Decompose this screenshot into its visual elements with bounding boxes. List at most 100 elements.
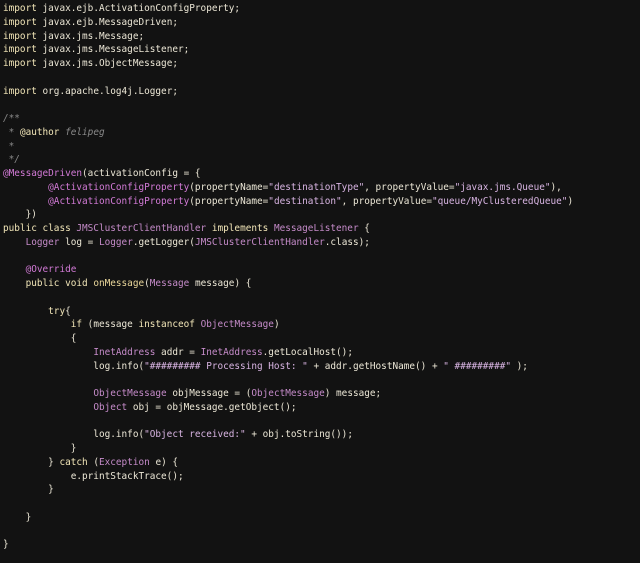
code-token: .class); (324, 236, 370, 248)
code-line[interactable]: * (0, 140, 640, 154)
code-line[interactable] (0, 525, 640, 539)
code-line[interactable] (0, 373, 640, 387)
code-token: catch (59, 456, 94, 468)
code-line[interactable]: }) (0, 208, 640, 222)
code-line[interactable]: } (0, 483, 640, 497)
code-editor[interactable]: import javax.ejb.ActivationConfigPropert… (0, 0, 640, 563)
code-line[interactable]: @ActivationConfigProperty(propertyName="… (0, 181, 640, 195)
code-line[interactable]: import javax.jms.MessageListener; (0, 43, 640, 57)
code-token: } (3, 456, 60, 468)
code-token: import (3, 3, 43, 14)
code-token: e.printStackTrace(); (3, 470, 184, 482)
code-line[interactable]: import javax.jms.ObjectMessage; (0, 57, 640, 71)
code-line[interactable]: { (0, 332, 640, 346)
code-line[interactable]: @ActivationConfigProperty(propertyName= "… (0, 195, 640, 209)
code-line[interactable]: } (0, 442, 640, 456)
code-token: } (3, 511, 32, 523)
code-line[interactable]: import org.apache.log4j.Logger; (0, 85, 640, 99)
code-token: "destinationType" (268, 181, 365, 193)
code-token: JMSClusterClientHandler (76, 223, 212, 234)
code-token: ObjectMessage (93, 388, 173, 399)
code-token: * (3, 140, 15, 152)
code-token: * (3, 126, 20, 138)
code-token: import (3, 30, 43, 42)
code-token: felipeg (59, 126, 105, 138)
code-token: instanceof (138, 319, 201, 331)
code-token: "Object received:" (144, 429, 246, 441)
code-token: ), (550, 181, 562, 193)
code-line[interactable]: */ (0, 153, 640, 167)
code-token: import (3, 58, 43, 69)
code-line[interactable]: import javax.ejb.MessageDriven; (0, 16, 640, 30)
code-line[interactable]: public class JMSClusterClientHandler imp… (0, 222, 640, 236)
code-token: { (65, 305, 71, 317)
code-token: { (364, 223, 370, 234)
code-token: e) { (155, 456, 179, 468)
code-token: public class (3, 223, 77, 234)
code-token: (propertyName= (189, 181, 269, 193)
code-line[interactable]: Object obj = objMessage.getObject(); (0, 401, 640, 415)
code-line[interactable]: @MessageDriven(activationConfig = { (0, 167, 640, 181)
code-line[interactable] (0, 250, 640, 264)
code-token: Object (93, 401, 133, 413)
code-token: import (3, 16, 43, 28)
code-token: import (3, 85, 43, 97)
code-line[interactable]: log.info("Object received:" + obj.toStri… (0, 428, 640, 442)
code-token: ) (567, 195, 574, 207)
code-line[interactable]: try{ (0, 305, 640, 319)
code-token: Logger (98, 236, 133, 248)
code-token: public void (25, 278, 94, 289)
code-line[interactable] (0, 415, 640, 429)
code-token: onMessage (93, 278, 145, 289)
code-token: } (3, 484, 54, 496)
code-line[interactable]: ObjectMessage objMessage = (ObjectMessag… (0, 387, 640, 401)
code-token: Message (149, 278, 195, 289)
code-line[interactable]: import javax.ejb.ActivationConfigPropert… (0, 2, 640, 16)
code-token: } (3, 539, 9, 551)
code-line[interactable]: /** (0, 112, 640, 126)
code-token: InetAddress (93, 346, 162, 358)
code-line[interactable] (0, 291, 640, 305)
code-line[interactable]: * @author felipeg (0, 126, 640, 140)
code-line[interactable]: } (0, 538, 640, 552)
code-line[interactable]: } (0, 511, 640, 525)
code-token: ); (511, 360, 528, 372)
code-token: } (3, 443, 77, 454)
code-line[interactable]: Logger log = Logger.getLogger(JMSCluster… (0, 236, 640, 250)
code-token: "queue/MyClusteredQueue" (431, 195, 568, 207)
code-token: Exception (98, 456, 156, 468)
code-token: ) (273, 319, 280, 331)
code-line[interactable]: InetAddress addr = InetAddress.getLocalH… (0, 346, 640, 360)
code-token: }) (3, 209, 37, 221)
code-token: if (70, 319, 88, 331)
code-token: /** (3, 113, 20, 124)
code-line[interactable]: @Override (0, 263, 640, 277)
code-line[interactable]: log.info("######### Processing Host: " +… (0, 360, 640, 374)
code-line[interactable]: if (message instanceof ObjectMessage) (0, 318, 640, 332)
code-token: log.info( (3, 429, 145, 441)
code-token: @MessageDriven (3, 168, 83, 179)
code-token: @ActivationConfigProperty (48, 195, 190, 207)
code-token: javax.jms.Message; (42, 30, 145, 42)
code-token: org.apache.log4j.Logger; (42, 85, 178, 97)
code-line[interactable] (0, 71, 640, 85)
code-token: , propertyValue= (341, 195, 432, 207)
code-token: , propertyValue= (364, 181, 455, 193)
code-token: implements (211, 223, 274, 234)
code-token: javax.jms.ObjectMessage; (42, 58, 178, 69)
code-token: .getLogger( (132, 236, 195, 248)
code-line[interactable] (0, 497, 640, 511)
code-line[interactable]: public void onMessage(Message message) { (0, 277, 640, 291)
code-token: ObjectMessage (251, 388, 325, 399)
code-line[interactable]: } catch (Exception e) { (0, 456, 640, 470)
code-token: MessageListener (273, 223, 365, 234)
code-token: (propertyName= (189, 195, 269, 207)
code-line[interactable]: import javax.jms.Message; (0, 30, 640, 44)
code-line[interactable] (0, 98, 640, 112)
code-line[interactable]: e.printStackTrace(); (0, 470, 640, 484)
code-token: try (48, 305, 66, 317)
